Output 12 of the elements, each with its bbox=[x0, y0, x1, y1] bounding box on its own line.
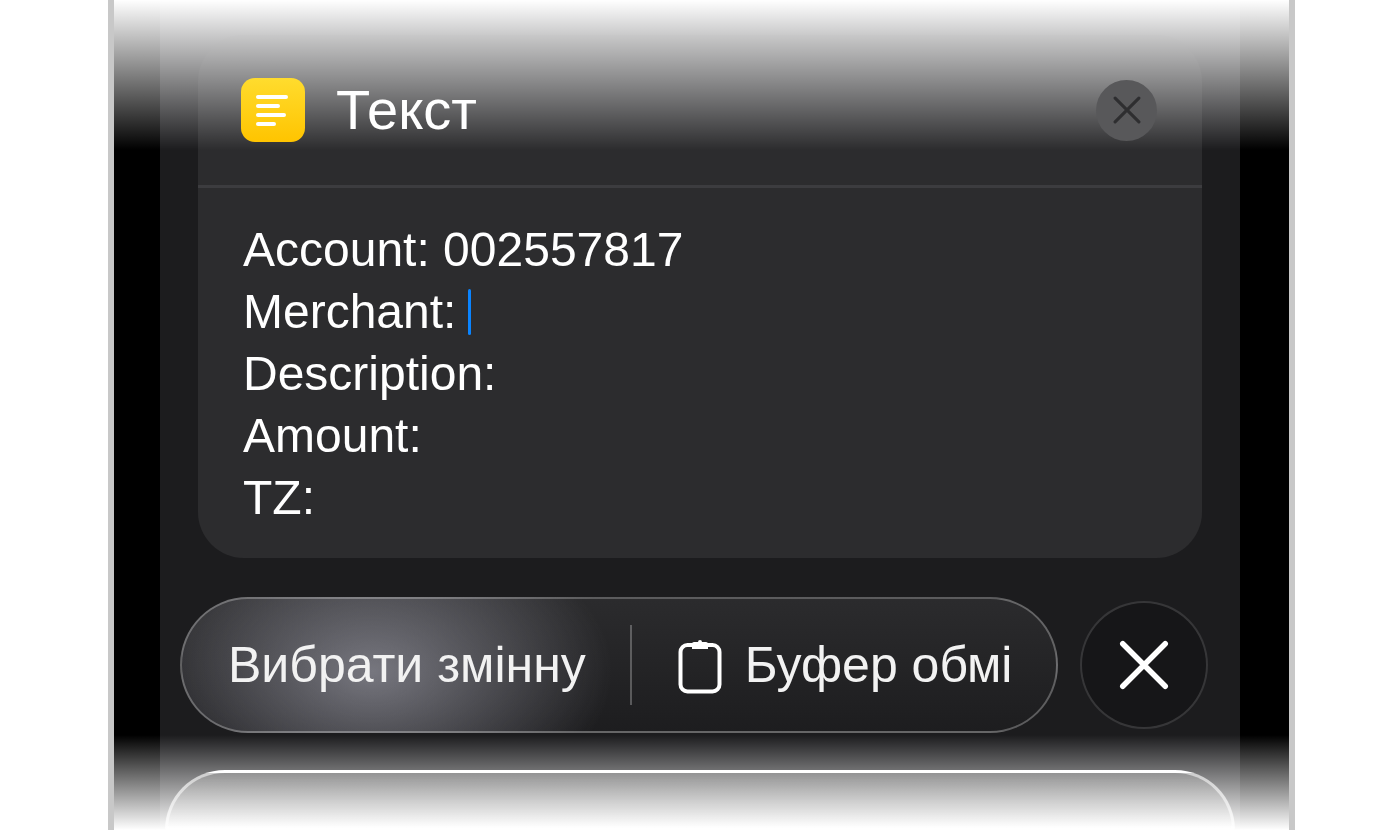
text-line: Account: 002557817 bbox=[243, 222, 684, 278]
close-icon bbox=[1112, 96, 1141, 124]
clipboard-button[interactable]: Буфер обмі bbox=[631, 599, 1056, 731]
text-line: Merchant: bbox=[243, 284, 457, 340]
text-line: Amount: bbox=[243, 408, 422, 464]
choose-variable-button[interactable]: Вибрати змінну bbox=[182, 599, 630, 731]
text-line: TZ: bbox=[243, 470, 315, 526]
text-line: Description: bbox=[243, 346, 497, 402]
card-title: Текст bbox=[336, 78, 478, 142]
text-lines-icon bbox=[241, 78, 305, 142]
text-field[interactable]: Account: 002557817 Merchant: Description: Amount: TZ: bbox=[198, 188, 1202, 529]
close-icon bbox=[1119, 640, 1169, 690]
